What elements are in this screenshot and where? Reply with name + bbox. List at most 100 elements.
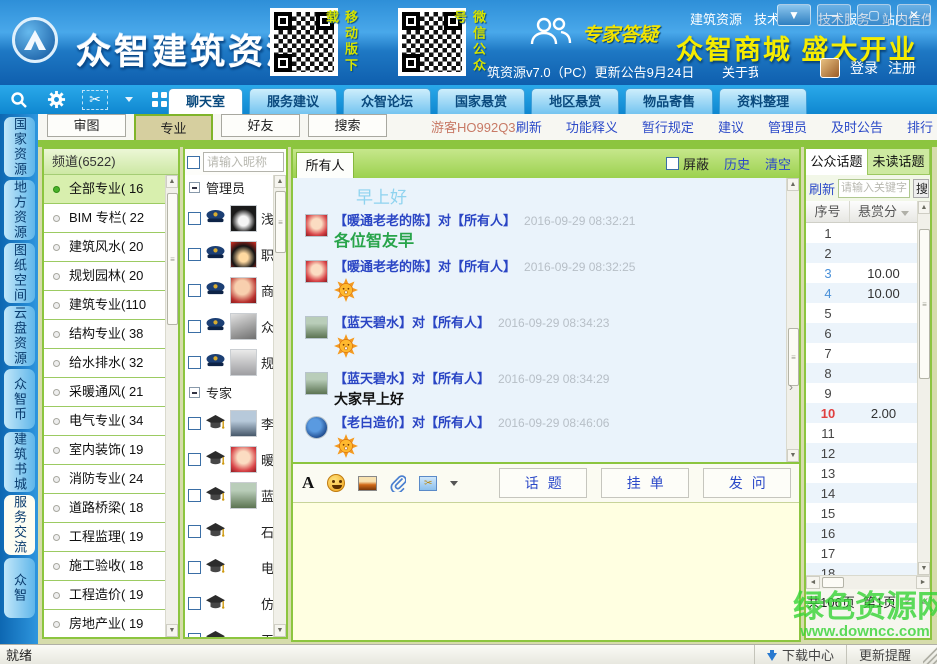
column-header-score[interactable]: 悬赏分 bbox=[850, 201, 917, 222]
sub-link-0[interactable]: 刷新 bbox=[516, 117, 542, 136]
sub-link-6[interactable]: 排行 bbox=[907, 117, 933, 136]
user-group-header[interactable]: 专家 bbox=[185, 380, 273, 405]
channel-item[interactable]: 消防专业( 24 bbox=[44, 465, 165, 494]
topic-row[interactable]: 5 bbox=[806, 303, 917, 323]
nav-tab-5[interactable]: 物品寄售 bbox=[625, 88, 713, 114]
login-link[interactable]: 登录 bbox=[850, 58, 878, 78]
block-toggle[interactable]: 屏蔽 bbox=[666, 154, 709, 173]
message-author[interactable]: 【蓝天碧水】对【所有人】 bbox=[334, 371, 490, 386]
sidebar-item-7[interactable]: 众智 bbox=[4, 558, 35, 618]
user-row[interactable]: 仿 bbox=[185, 585, 273, 621]
user-checkbox[interactable] bbox=[188, 248, 201, 261]
message-author[interactable]: 【暖通老老的陈】对【所有人】 bbox=[334, 259, 516, 274]
scroll-up-icon[interactable]: ▲ bbox=[166, 175, 178, 188]
channel-item[interactable]: 规划园林( 20 bbox=[44, 262, 165, 291]
scroll-up-icon[interactable]: ▲ bbox=[918, 201, 930, 214]
insert-image-icon[interactable] bbox=[358, 472, 377, 494]
user-row[interactable]: 浅 bbox=[185, 200, 273, 236]
channel-item[interactable]: 给水排水( 32 bbox=[44, 349, 165, 378]
topic-row[interactable]: 310.00 bbox=[806, 263, 917, 283]
skin-menu-button[interactable]: ▼ bbox=[777, 4, 811, 26]
screenshot-dropdown-caret[interactable] bbox=[125, 97, 133, 102]
user-checkbox[interactable] bbox=[188, 561, 201, 574]
channel-item[interactable]: 施工验收( 18 bbox=[44, 552, 165, 581]
scroll-up-icon[interactable]: ▲ bbox=[274, 175, 286, 188]
topic-row[interactable]: 16 bbox=[806, 523, 917, 543]
panel-collapse-chevron[interactable]: › bbox=[789, 376, 799, 398]
nickname-search-input[interactable] bbox=[203, 152, 284, 172]
channel-scrollbar[interactable]: ▲ ≡ ▼ bbox=[165, 175, 178, 637]
attachment-icon[interactable] bbox=[390, 472, 406, 494]
sidebar-item-2[interactable]: 图纸空间 bbox=[4, 243, 35, 303]
nav-tab-1[interactable]: 服务建议 bbox=[249, 88, 337, 114]
column-header-index[interactable]: 序号 bbox=[806, 201, 850, 222]
channel-item[interactable]: 室内装饰( 19 bbox=[44, 436, 165, 465]
user-scrollbar[interactable]: ▲ ≡ ▼ bbox=[273, 175, 286, 637]
user-checkbox[interactable] bbox=[188, 417, 201, 430]
sub-link-3[interactable]: 建议 bbox=[718, 117, 744, 136]
user-row[interactable]: 规 bbox=[185, 344, 273, 380]
user-checkbox[interactable] bbox=[188, 453, 201, 466]
topic-row[interactable]: 18 bbox=[806, 563, 917, 575]
topics-scrollbar[interactable]: ▲ ≡ ▼ bbox=[917, 201, 930, 575]
download-center-button[interactable]: 下载中心 bbox=[754, 645, 846, 664]
scroll-thumb[interactable]: ≡ bbox=[275, 191, 286, 253]
message-author[interactable]: 【老白造价】对【所有人】 bbox=[334, 415, 490, 430]
sub-tab-2[interactable]: 好友 bbox=[221, 114, 300, 137]
user-checkbox[interactable] bbox=[188, 356, 201, 369]
topics-tab-0[interactable]: 公众话题 bbox=[806, 149, 868, 175]
user-row[interactable]: 李 bbox=[185, 405, 273, 441]
message-author[interactable]: 【蓝天碧水】对【所有人】 bbox=[334, 315, 490, 330]
user-row[interactable]: 暖 bbox=[185, 441, 273, 477]
composer-button-1[interactable]: 挂单 bbox=[601, 468, 689, 498]
register-link[interactable]: 注册 bbox=[888, 58, 916, 78]
user-row[interactable]: 石 bbox=[185, 513, 273, 549]
pager-jump-icon[interactable]: ↙ bbox=[904, 596, 912, 607]
channel-item[interactable]: 房地产业( 19 bbox=[44, 610, 165, 637]
topic-row[interactable]: 7 bbox=[806, 343, 917, 363]
user-row[interactable]: 电 bbox=[185, 549, 273, 585]
sub-link-1[interactable]: 功能释义 bbox=[566, 117, 618, 136]
scroll-thumb[interactable]: ≡ bbox=[919, 229, 930, 379]
header-link[interactable]: 建筑资源 bbox=[690, 9, 742, 28]
history-link[interactable]: 历史 bbox=[724, 154, 750, 173]
user-row[interactable]: 天 bbox=[185, 621, 273, 637]
select-all-checkbox[interactable] bbox=[187, 156, 200, 169]
sidebar-item-6[interactable]: 服务交流 bbox=[4, 495, 35, 555]
keyword-search-input[interactable] bbox=[838, 179, 910, 198]
channel-item[interactable]: 建筑风水( 20 bbox=[44, 233, 165, 262]
about-link[interactable]: 关于我 bbox=[722, 62, 758, 81]
nav-tab-4[interactable]: 地区悬赏 bbox=[531, 88, 619, 114]
resize-grip[interactable] bbox=[923, 645, 937, 664]
pager-collapse-icon[interactable]: ↙ bbox=[920, 596, 928, 607]
block-checkbox[interactable] bbox=[666, 157, 679, 170]
sub-tab-1[interactable]: 专业 bbox=[134, 114, 213, 140]
channel-item[interactable]: 全部专业( 16 bbox=[44, 175, 165, 204]
user-row[interactable]: 蓝 bbox=[185, 477, 273, 513]
scroll-down-icon[interactable]: ▼ bbox=[787, 449, 799, 462]
sidebar-item-4[interactable]: 众智币 bbox=[4, 369, 35, 429]
scroll-down-icon[interactable]: ▼ bbox=[166, 624, 178, 637]
update-notice-link[interactable]: 筑资源v7.0（PC）更新公告9月24日 bbox=[487, 62, 694, 81]
scroll-right-icon[interactable]: ► bbox=[916, 576, 930, 589]
nav-tab-3[interactable]: 国家悬赏 bbox=[437, 88, 525, 114]
expert-qa-banner[interactable]: 专家答疑 bbox=[528, 16, 658, 51]
scroll-left-icon[interactable]: ◄ bbox=[806, 576, 820, 589]
capture-dropdown-caret[interactable] bbox=[450, 481, 458, 486]
screenshot-scissors-icon[interactable]: ✂ bbox=[82, 90, 108, 110]
scroll-thumb[interactable] bbox=[822, 577, 844, 588]
topic-row[interactable]: 1 bbox=[806, 223, 917, 243]
scroll-thumb[interactable]: ≡ bbox=[167, 193, 178, 325]
topic-row[interactable]: 9 bbox=[806, 383, 917, 403]
channel-item[interactable]: 工程造价( 19 bbox=[44, 581, 165, 610]
apps-grid-icon[interactable] bbox=[148, 89, 170, 111]
settings-gear-icon[interactable] bbox=[45, 89, 67, 111]
sub-link-4[interactable]: 管理员 bbox=[768, 117, 807, 136]
message-author[interactable]: 【暖通老老的陈】对【所有人】 bbox=[334, 213, 516, 228]
clear-link[interactable]: 清空 bbox=[765, 154, 791, 173]
user-checkbox[interactable] bbox=[188, 284, 201, 297]
topic-row[interactable]: 12 bbox=[806, 443, 917, 463]
user-group-header[interactable]: 管理员 bbox=[185, 175, 273, 200]
topics-tab-1[interactable]: 未读话题 bbox=[868, 149, 930, 175]
topics-refresh-link[interactable]: 刷新 bbox=[809, 179, 835, 198]
